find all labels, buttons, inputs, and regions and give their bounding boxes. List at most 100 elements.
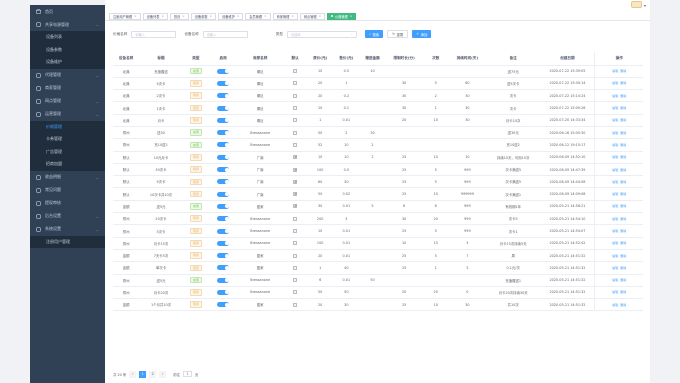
delete-link[interactable]: 删除	[620, 94, 626, 98]
search-button[interactable]: ⌕ 搜索	[364, 30, 384, 38]
sidebar-item-9[interactable]: 价格管理	[30, 120, 105, 133]
reset-button[interactable]: ↻ 重置	[387, 30, 409, 38]
enabled-toggle[interactable]	[217, 265, 230, 271]
edit-link[interactable]: 编辑	[612, 106, 618, 110]
enabled-toggle[interactable]	[217, 289, 230, 295]
close-icon[interactable]: ×	[350, 14, 353, 18]
edit-link[interactable]: 编辑	[612, 278, 618, 282]
enabled-toggle[interactable]	[217, 68, 230, 74]
enabled-toggle[interactable]	[217, 154, 230, 160]
edit-link[interactable]: 编辑	[612, 303, 618, 307]
delete-link[interactable]: 删除	[620, 254, 626, 258]
close-icon[interactable]: ×	[291, 14, 294, 18]
sidebar-item-13[interactable]: 收益明细 ⌄	[30, 171, 105, 184]
edit-link[interactable]: 编辑	[612, 155, 618, 159]
sidebar-item-1[interactable]: 共享电源管理 ⌄	[30, 18, 105, 31]
device-filter-input[interactable]: 请输入	[202, 30, 248, 38]
close-icon[interactable]: ×	[210, 14, 213, 18]
enabled-toggle[interactable]	[217, 191, 230, 197]
tag-3[interactable]: 设备参数 ×	[190, 12, 217, 20]
edit-link[interactable]: 编辑	[612, 118, 618, 122]
sidebar-item-10[interactable]: 卡券管理	[30, 133, 105, 146]
edit-link[interactable]: 编辑	[612, 94, 618, 98]
edit-link[interactable]: 编辑	[612, 168, 618, 172]
sidebar-item-5[interactable]: 代理管理 ⌄	[30, 69, 105, 82]
close-icon[interactable]: ×	[161, 14, 164, 18]
add-button[interactable]: + 添加	[412, 30, 432, 38]
edit-link[interactable]: 编辑	[612, 266, 618, 270]
sidebar-item-11[interactable]: 广告管理	[30, 145, 105, 158]
edit-link[interactable]: 编辑	[612, 217, 618, 221]
close-icon[interactable]: ×	[134, 14, 137, 18]
sidebar-item-7[interactable]: 网点管理 ⌄	[30, 95, 105, 108]
edit-link[interactable]: 编辑	[612, 241, 618, 245]
tag-7[interactable]: 网点管理 ×	[299, 12, 326, 20]
tag-8[interactable]: 价格管理 ×	[327, 12, 357, 20]
enabled-toggle[interactable]	[217, 277, 230, 283]
delete-link[interactable]: 删除	[620, 229, 626, 233]
enabled-toggle[interactable]	[217, 93, 230, 99]
sidebar-item-12[interactable]: 招商加盟	[30, 158, 105, 171]
tag-1[interactable]: 设备列表 ×	[142, 12, 168, 20]
caret-down-icon[interactable]: ▾	[644, 3, 646, 8]
delete-link[interactable]: 删除	[620, 81, 626, 85]
type-filter-select[interactable]: 请选择 ⌄	[286, 30, 357, 38]
tag-6[interactable]: 商家管理 ×	[272, 12, 298, 20]
close-icon[interactable]: ×	[319, 14, 322, 18]
sidebar-item-8[interactable]: 运营管理 ⌄	[30, 108, 105, 121]
prev-page-button[interactable]: ‹	[129, 370, 137, 378]
enabled-toggle[interactable]	[217, 142, 230, 148]
enabled-toggle[interactable]	[217, 216, 230, 222]
edit-link[interactable]: 编辑	[612, 290, 618, 294]
sidebar-item-14[interactable]: 常见问题	[30, 184, 105, 197]
enabled-toggle[interactable]	[217, 302, 230, 308]
title-filter-input[interactable]: 请输入	[131, 30, 177, 38]
enabled-toggle[interactable]	[217, 117, 230, 123]
delete-link[interactable]: 删除	[620, 241, 626, 245]
sidebar-item-16[interactable]: 后台设置 ⌄	[30, 210, 105, 223]
delete-link[interactable]: 删除	[620, 168, 626, 172]
sidebar-item-4[interactable]: 设备维护	[30, 56, 105, 69]
delete-link[interactable]: 删除	[620, 69, 626, 73]
delete-link[interactable]: 删除	[620, 118, 626, 122]
delete-link[interactable]: 删除	[620, 106, 626, 110]
enabled-toggle[interactable]	[217, 179, 230, 185]
tag-2[interactable]: 首页 ×	[169, 12, 189, 20]
edit-link[interactable]: 编辑	[612, 204, 618, 208]
sidebar-item-2[interactable]: 设备列表	[30, 31, 105, 44]
delete-link[interactable]: 删除	[620, 180, 626, 184]
enabled-toggle[interactable]	[217, 80, 230, 86]
edit-link[interactable]: 编辑	[612, 143, 618, 147]
close-icon[interactable]: ×	[182, 14, 185, 18]
enabled-toggle[interactable]	[217, 105, 230, 111]
enabled-toggle[interactable]	[217, 203, 230, 209]
edit-link[interactable]: 编辑	[612, 69, 618, 73]
tag-0[interactable]: 注册用户管理 ×	[109, 12, 141, 20]
delete-link[interactable]: 删除	[620, 278, 626, 282]
sidebar-item-15[interactable]: 提现审核	[30, 197, 105, 210]
edit-link[interactable]: 编辑	[612, 254, 618, 258]
delete-link[interactable]: 删除	[620, 217, 626, 221]
enabled-toggle[interactable]	[217, 167, 230, 173]
tag-4[interactable]: 设备维护 ×	[218, 12, 244, 20]
page-2-button[interactable]: 2	[149, 370, 157, 378]
tag-5[interactable]: 会员管理 ×	[245, 12, 271, 20]
delete-link[interactable]: 删除	[620, 290, 626, 294]
delete-link[interactable]: 删除	[620, 131, 626, 135]
goto-page-input[interactable]: 1	[183, 371, 193, 377]
edit-link[interactable]: 编辑	[612, 180, 618, 184]
sidebar-item-18[interactable]: 注册用户管理	[30, 235, 105, 248]
enabled-toggle[interactable]	[217, 130, 230, 136]
sidebar-item-0[interactable]: 首页	[30, 5, 105, 18]
close-icon[interactable]: ×	[237, 14, 240, 18]
edit-link[interactable]: 编辑	[612, 81, 618, 85]
edit-link[interactable]: 编辑	[612, 192, 618, 196]
sidebar-item-3[interactable]: 设备参数	[30, 43, 105, 56]
delete-link[interactable]: 删除	[620, 266, 626, 270]
close-icon[interactable]: ×	[264, 14, 267, 18]
enabled-toggle[interactable]	[217, 240, 230, 246]
avatar[interactable]	[631, 1, 642, 8]
enabled-toggle[interactable]	[217, 228, 230, 234]
edit-link[interactable]: 编辑	[612, 131, 618, 135]
enabled-toggle[interactable]	[217, 253, 230, 259]
